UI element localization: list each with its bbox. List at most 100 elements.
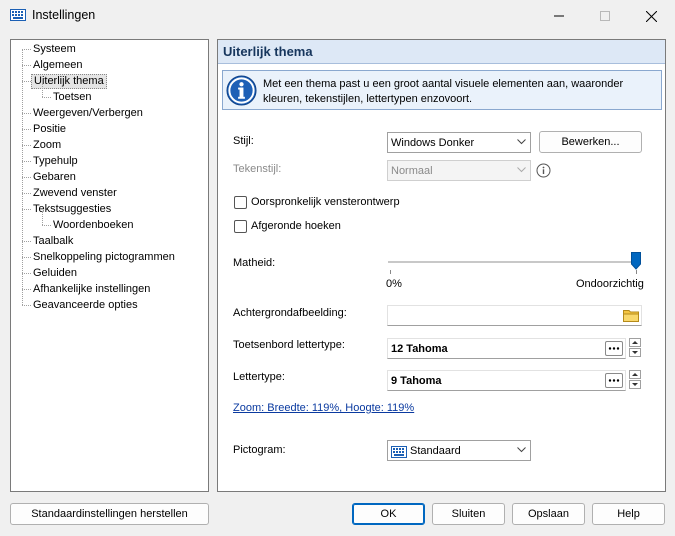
tree-item[interactable]: Systeem	[11, 42, 208, 57]
minimize-button[interactable]	[536, 0, 582, 32]
tree-item[interactable]: Tekstsuggesties	[11, 202, 208, 217]
tree-connector	[22, 129, 31, 130]
tree-item[interactable]: Gebaren	[11, 170, 208, 185]
tree-connector	[22, 49, 31, 50]
chevron-down-icon	[632, 351, 638, 354]
tree-connector	[22, 209, 31, 210]
info-text: Met een thema past u een groot aantal vi…	[263, 78, 624, 105]
maximize-button[interactable]	[582, 0, 628, 32]
tree-connector	[22, 177, 31, 178]
tree-item[interactable]: Zoom	[11, 138, 208, 153]
tree-item-label: Tekstsuggesties	[33, 203, 112, 215]
keyboard-font-field[interactable]: 12 Tahoma	[387, 338, 626, 359]
font-style-select[interactable]: Normaal	[387, 160, 531, 181]
page-title: Uiterlijk thema	[223, 44, 313, 59]
tree-item[interactable]: Geluiden	[11, 266, 208, 281]
tree-connector	[42, 225, 51, 226]
maximize-icon	[600, 11, 610, 21]
chevron-down-icon	[517, 167, 526, 173]
close-button[interactable]	[628, 0, 674, 32]
more-icon	[608, 379, 620, 382]
chevron-down-icon	[517, 139, 526, 145]
tree-item-label: Geavanceerde opties	[33, 299, 138, 311]
tree-item[interactable]: Zwevend venster	[11, 186, 208, 201]
opacity-label: Matheid:	[233, 257, 276, 269]
rounded-corners-label[interactable]: Afgeronde hoeken	[251, 220, 341, 232]
tree-item-label: Typehulp	[33, 155, 78, 167]
keyboard-icon	[391, 446, 407, 458]
tree-item[interactable]: Toetsen	[11, 90, 208, 105]
tree-connector	[22, 145, 31, 146]
style-select[interactable]: Windows Donker	[387, 132, 531, 153]
reset-defaults-button[interactable]: Standaardinstellingen herstellen	[10, 503, 209, 525]
font-browse-button[interactable]	[605, 373, 623, 388]
close-dialog-button[interactable]: Sluiten	[432, 503, 505, 525]
save-button[interactable]: Opslaan	[512, 503, 585, 525]
title-bar[interactable]: Instellingen	[0, 0, 675, 32]
original-design-checkbox[interactable]	[234, 196, 247, 209]
tree-item-label: Gebaren	[33, 171, 76, 183]
tree-item[interactable]: Algemeen	[11, 58, 208, 73]
style-value: Windows Donker	[391, 137, 475, 149]
background-image-label: Achtergrondafbeelding:	[233, 307, 347, 319]
slider-tick	[390, 270, 391, 274]
slider-tick	[636, 270, 637, 274]
window-title: Instellingen	[32, 8, 96, 22]
tree-connector	[22, 289, 31, 290]
tree-item[interactable]: Uiterlijk thema	[11, 74, 208, 89]
opacity-min-label: 0%	[386, 278, 402, 290]
opacity-max-label: Ondoorzichtig	[576, 278, 644, 290]
tree-item-label: Snelkoppeling pictogrammen	[33, 251, 175, 263]
tree-item[interactable]: Positie	[11, 122, 208, 137]
original-design-label[interactable]: Oorspronkelijk vensterontwerp	[251, 196, 400, 208]
tree-item-label: Positie	[33, 123, 67, 135]
font-spin-up[interactable]	[629, 370, 641, 379]
font-field[interactable]: 9 Tahoma	[387, 370, 626, 391]
chevron-down-icon	[632, 383, 638, 386]
settings-tree[interactable]: Systeem Algemeen Uiterlijk thema Toetsen Wee…	[10, 39, 209, 492]
keyboard-font-spin-up[interactable]	[629, 338, 641, 347]
background-image-field[interactable]	[387, 305, 642, 326]
chevron-up-icon	[632, 341, 638, 344]
tree-item[interactable]: Geavanceerde opties	[11, 298, 208, 313]
tree-item[interactable]: Weergeven/Verbergen	[11, 106, 208, 121]
tree-connector	[42, 83, 43, 97]
chevron-up-icon	[632, 373, 638, 376]
opacity-slider-track[interactable]	[388, 261, 640, 263]
keyboard-font-label: Toetsenbord lettertype:	[233, 339, 345, 351]
tree-item[interactable]: Afhankelijke instellingen	[11, 282, 208, 297]
tree-item-label: Systeem	[33, 43, 76, 55]
info-circle-icon[interactable]	[536, 163, 551, 178]
edit-button[interactable]: Bewerken...	[539, 131, 642, 153]
opacity-slider-thumb[interactable]	[631, 252, 641, 270]
icon-select[interactable]: Standaard	[387, 440, 531, 461]
chevron-down-icon	[517, 447, 526, 453]
more-icon	[608, 347, 620, 350]
folder-icon[interactable]	[623, 308, 639, 322]
keyboard-font-spin-down[interactable]	[629, 348, 641, 357]
tree-item-label: Weergeven/Verbergen	[33, 107, 143, 119]
rounded-corners-checkbox[interactable]	[234, 220, 247, 233]
tree-item[interactable]: Typehulp	[11, 154, 208, 169]
ok-button[interactable]: OK	[352, 503, 425, 525]
tree-connector	[22, 257, 31, 258]
close-icon	[645, 10, 657, 22]
font-style-label: Tekenstijl:	[233, 163, 282, 175]
help-button[interactable]: Help	[592, 503, 665, 525]
tree-item[interactable]: Taalbalk	[11, 234, 208, 249]
tree-connector	[22, 81, 31, 82]
tree-connector	[42, 211, 43, 225]
panel-header: Uiterlijk thema	[218, 40, 665, 64]
tree-item[interactable]: Snelkoppeling pictogrammen	[11, 250, 208, 265]
keyboard-font-browse-button[interactable]	[605, 341, 623, 356]
keyboard-icon	[10, 9, 26, 21]
tree-item-label: Taalbalk	[33, 235, 74, 247]
tree-item-label: Zwevend venster	[33, 187, 117, 199]
zoom-link[interactable]: Zoom: Breedte: 119%, Hoogte: 119%	[233, 402, 414, 414]
tree-connector	[22, 113, 31, 114]
tree-item[interactable]: Woordenboeken	[11, 218, 208, 233]
tree-connector	[22, 273, 31, 274]
font-spin-down[interactable]	[629, 380, 641, 389]
minimize-icon	[554, 15, 564, 17]
tree-connector	[22, 305, 31, 306]
